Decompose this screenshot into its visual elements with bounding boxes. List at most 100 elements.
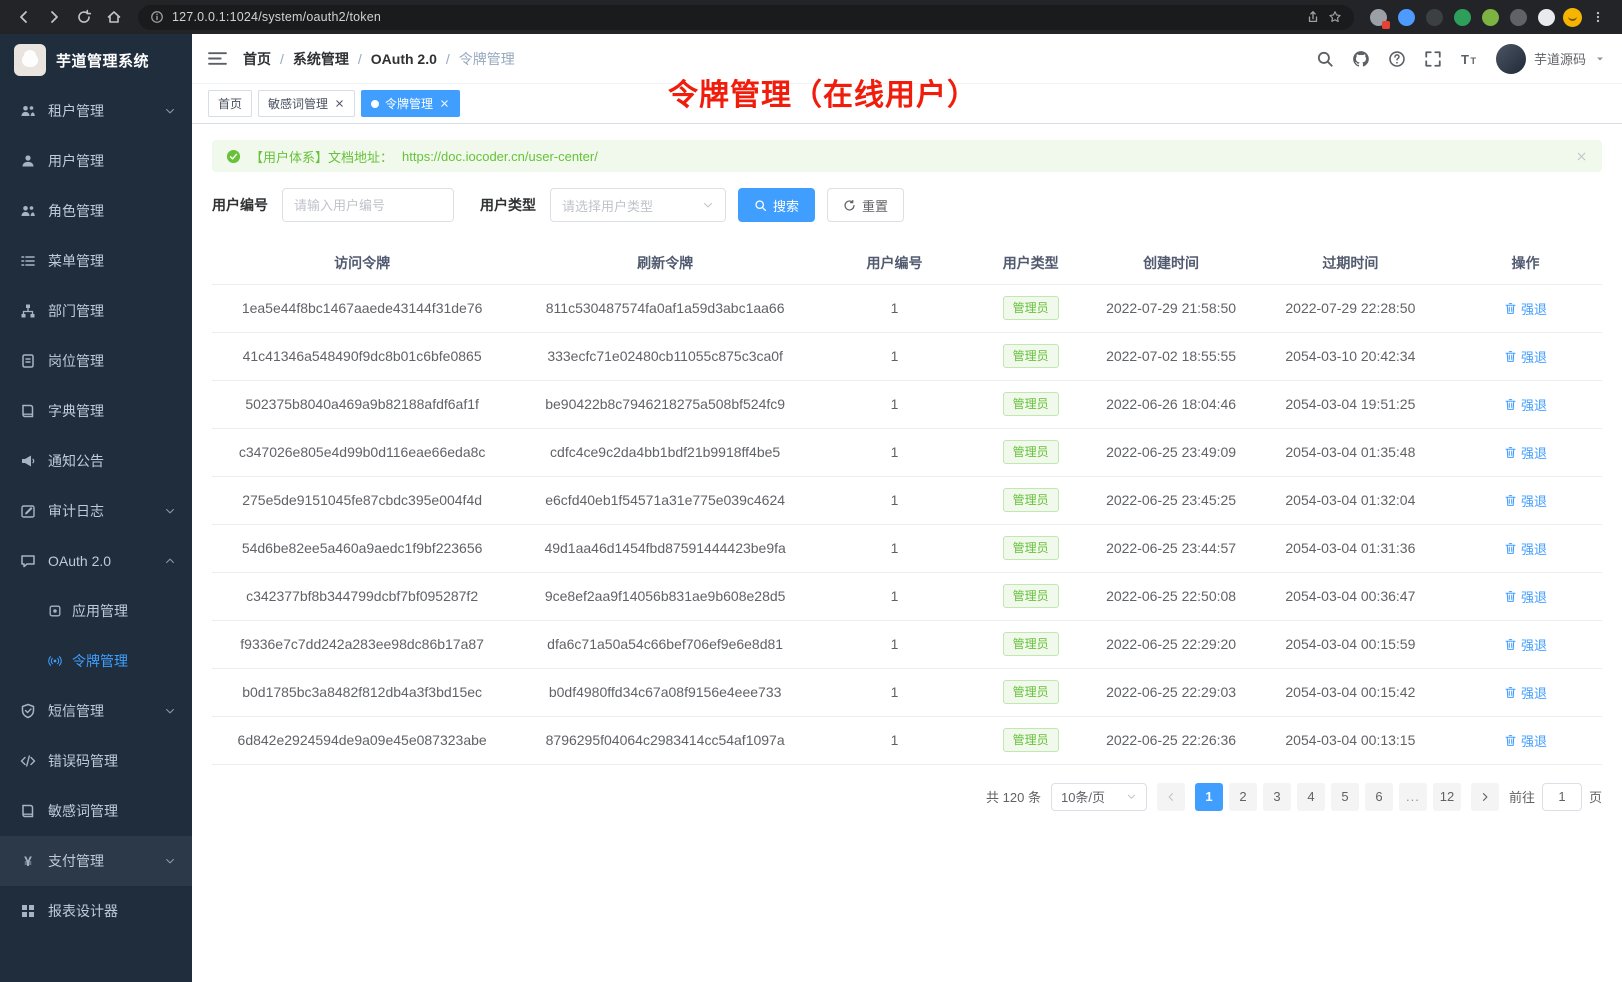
tab-close-icon[interactable]	[439, 98, 450, 109]
sidebar-item-post[interactable]: 岗位管理	[0, 336, 192, 386]
page-button-6[interactable]: 6	[1365, 783, 1393, 811]
sidebar-item-tenant[interactable]: 租户管理	[0, 86, 192, 136]
force-logout-button[interactable]: 强退	[1504, 683, 1547, 702]
tab-close-icon[interactable]	[334, 98, 345, 109]
oauth2-token-icon	[48, 654, 62, 668]
search-icon[interactable]	[1316, 50, 1334, 68]
pagination-ellipsis: ...	[1399, 783, 1427, 811]
page-button-4[interactable]: 4	[1297, 783, 1325, 811]
hamburger-icon[interactable]	[208, 50, 227, 67]
browser-menu-button[interactable]	[1584, 3, 1612, 31]
force-logout-button[interactable]: 强退	[1504, 731, 1547, 750]
browser-profile-avatar[interactable]	[1563, 8, 1582, 27]
help-icon[interactable]	[1388, 50, 1406, 68]
refresh-token-cell: be90422b8c7946218275a508bf524fc9	[512, 380, 818, 428]
sidebar-item-user[interactable]: 用户管理	[0, 136, 192, 186]
pay-icon: ¥	[20, 853, 36, 869]
page-button-5[interactable]: 5	[1331, 783, 1359, 811]
search-button-label: 搜索	[773, 196, 799, 215]
action-cell: 强退	[1449, 428, 1602, 476]
user-id-input[interactable]	[282, 188, 454, 222]
next-page-button[interactable]	[1471, 783, 1499, 811]
force-logout-button[interactable]: 强退	[1504, 635, 1547, 654]
browser-reload-button[interactable]	[70, 3, 98, 31]
sidebar-item-menu[interactable]: 菜单管理	[0, 236, 192, 286]
page-button-12[interactable]: 12	[1433, 783, 1461, 811]
app-logo-row[interactable]: 芋道管理系统	[0, 34, 192, 86]
page-button-1[interactable]: 1	[1195, 783, 1223, 811]
tab-home[interactable]: 首页	[208, 90, 252, 117]
font-size-icon[interactable]: TT	[1460, 50, 1478, 68]
doc-link[interactable]: https://doc.iocoder.cn/user-center/	[402, 149, 598, 164]
sidebar-subitem-oauth2-token[interactable]: 令牌管理	[0, 636, 192, 686]
reset-button[interactable]: 重置	[827, 188, 904, 222]
user-id-cell: 1	[818, 668, 971, 716]
goto-page-input[interactable]	[1542, 783, 1582, 811]
prev-page-button[interactable]	[1157, 783, 1185, 811]
extension-icon-4[interactable]	[1454, 9, 1471, 26]
force-logout-button[interactable]: 强退	[1504, 539, 1547, 558]
force-logout-button[interactable]: 强退	[1504, 347, 1547, 366]
breadcrumb-item[interactable]: OAuth 2.0	[371, 51, 437, 67]
page-button-3[interactable]: 3	[1263, 783, 1291, 811]
extension-icon-6[interactable]	[1510, 9, 1527, 26]
page-button-2[interactable]: 2	[1229, 783, 1257, 811]
alert-close-icon[interactable]	[1575, 150, 1588, 163]
create-time-cell: 2022-06-25 23:49:09	[1090, 428, 1251, 476]
page-size-select[interactable]: 10条/页	[1051, 783, 1147, 811]
sidebar-item-notice[interactable]: 通知公告	[0, 436, 192, 486]
force-logout-label: 强退	[1521, 635, 1547, 654]
user-type-select[interactable]: 请选择用户类型	[550, 188, 726, 222]
extension-icon-5[interactable]	[1482, 9, 1499, 26]
browser-back-button[interactable]	[10, 3, 38, 31]
access-token-cell: 275e5de9151045fe87cbdc395e004f4d	[212, 476, 512, 524]
sidebar-item-dict[interactable]: 字典管理	[0, 386, 192, 436]
force-logout-button[interactable]: 强退	[1504, 587, 1547, 606]
breadcrumb-item[interactable]: 首页	[243, 49, 271, 69]
search-button[interactable]: 搜索	[738, 188, 815, 222]
force-logout-button[interactable]: 强退	[1504, 491, 1547, 510]
force-logout-button[interactable]: 强退	[1504, 395, 1547, 414]
table-body: 1ea5e44f8bc1467aaede43144f31de76811c5304…	[212, 284, 1602, 764]
pagination: 共 120 条 10条/页 123456...12 前往 页	[212, 783, 1602, 811]
user-id-cell: 1	[818, 716, 971, 764]
sidebar-item-dept[interactable]: 部门管理	[0, 286, 192, 336]
force-logout-button[interactable]: 强退	[1504, 299, 1547, 318]
create-time-cell: 2022-06-25 23:44:57	[1090, 524, 1251, 572]
github-icon[interactable]	[1352, 50, 1370, 68]
sidebar-item-audit-log[interactable]: 审计日志	[0, 486, 192, 536]
breadcrumb-item[interactable]: 系统管理	[293, 49, 349, 69]
action-cell: 强退	[1449, 476, 1602, 524]
tab-sensitive-word[interactable]: 敏感词管理	[258, 90, 355, 117]
share-icon[interactable]	[1306, 10, 1320, 24]
sidebar-item-report[interactable]: 报表设计器	[0, 886, 192, 936]
browser-home-button[interactable]	[100, 3, 128, 31]
user-type-tag: 管理员	[1003, 296, 1059, 320]
sidebar-item-sensitive-word[interactable]: 敏感词管理	[0, 786, 192, 836]
sidebar-item-label: 租户管理	[48, 101, 104, 121]
sidebar-item-oauth2[interactable]: OAuth 2.0	[0, 536, 192, 586]
refresh-token-cell: 811c530487574fa0af1a59d3abc1aa66	[512, 284, 818, 332]
extension-icon-2[interactable]	[1398, 9, 1415, 26]
expire-time-cell: 2054-03-04 00:36:47	[1252, 572, 1449, 620]
extension-icon-1[interactable]	[1370, 9, 1387, 26]
sidebar-item-role[interactable]: 角色管理	[0, 186, 192, 236]
address-bar[interactable]: 127.0.0.1:1024/system/oauth2/token	[138, 5, 1354, 30]
user-type-tag: 管理员	[1003, 488, 1059, 512]
sidebar-item-pay[interactable]: ¥支付管理	[0, 836, 192, 886]
fullscreen-icon[interactable]	[1424, 50, 1442, 68]
bookmark-star-icon[interactable]	[1328, 10, 1342, 24]
sidebar-item-label: 短信管理	[48, 701, 104, 721]
user-menu[interactable]: 芋道源码	[1496, 44, 1606, 74]
extension-icon-7[interactable]	[1538, 9, 1555, 26]
sidebar-item-sms[interactable]: 短信管理	[0, 686, 192, 736]
force-logout-button[interactable]: 强退	[1504, 443, 1547, 462]
browser-forward-button[interactable]	[40, 3, 68, 31]
url-text[interactable]: 127.0.0.1:1024/system/oauth2/token	[172, 10, 1298, 24]
site-info-icon[interactable]	[150, 10, 164, 24]
back-arrow-icon	[16, 9, 32, 25]
tab-token[interactable]: 令牌管理	[361, 90, 460, 117]
sidebar-subitem-oauth2-app[interactable]: 应用管理	[0, 586, 192, 636]
extension-icon-3[interactable]	[1426, 9, 1443, 26]
sidebar-item-error-code[interactable]: 错误码管理	[0, 736, 192, 786]
